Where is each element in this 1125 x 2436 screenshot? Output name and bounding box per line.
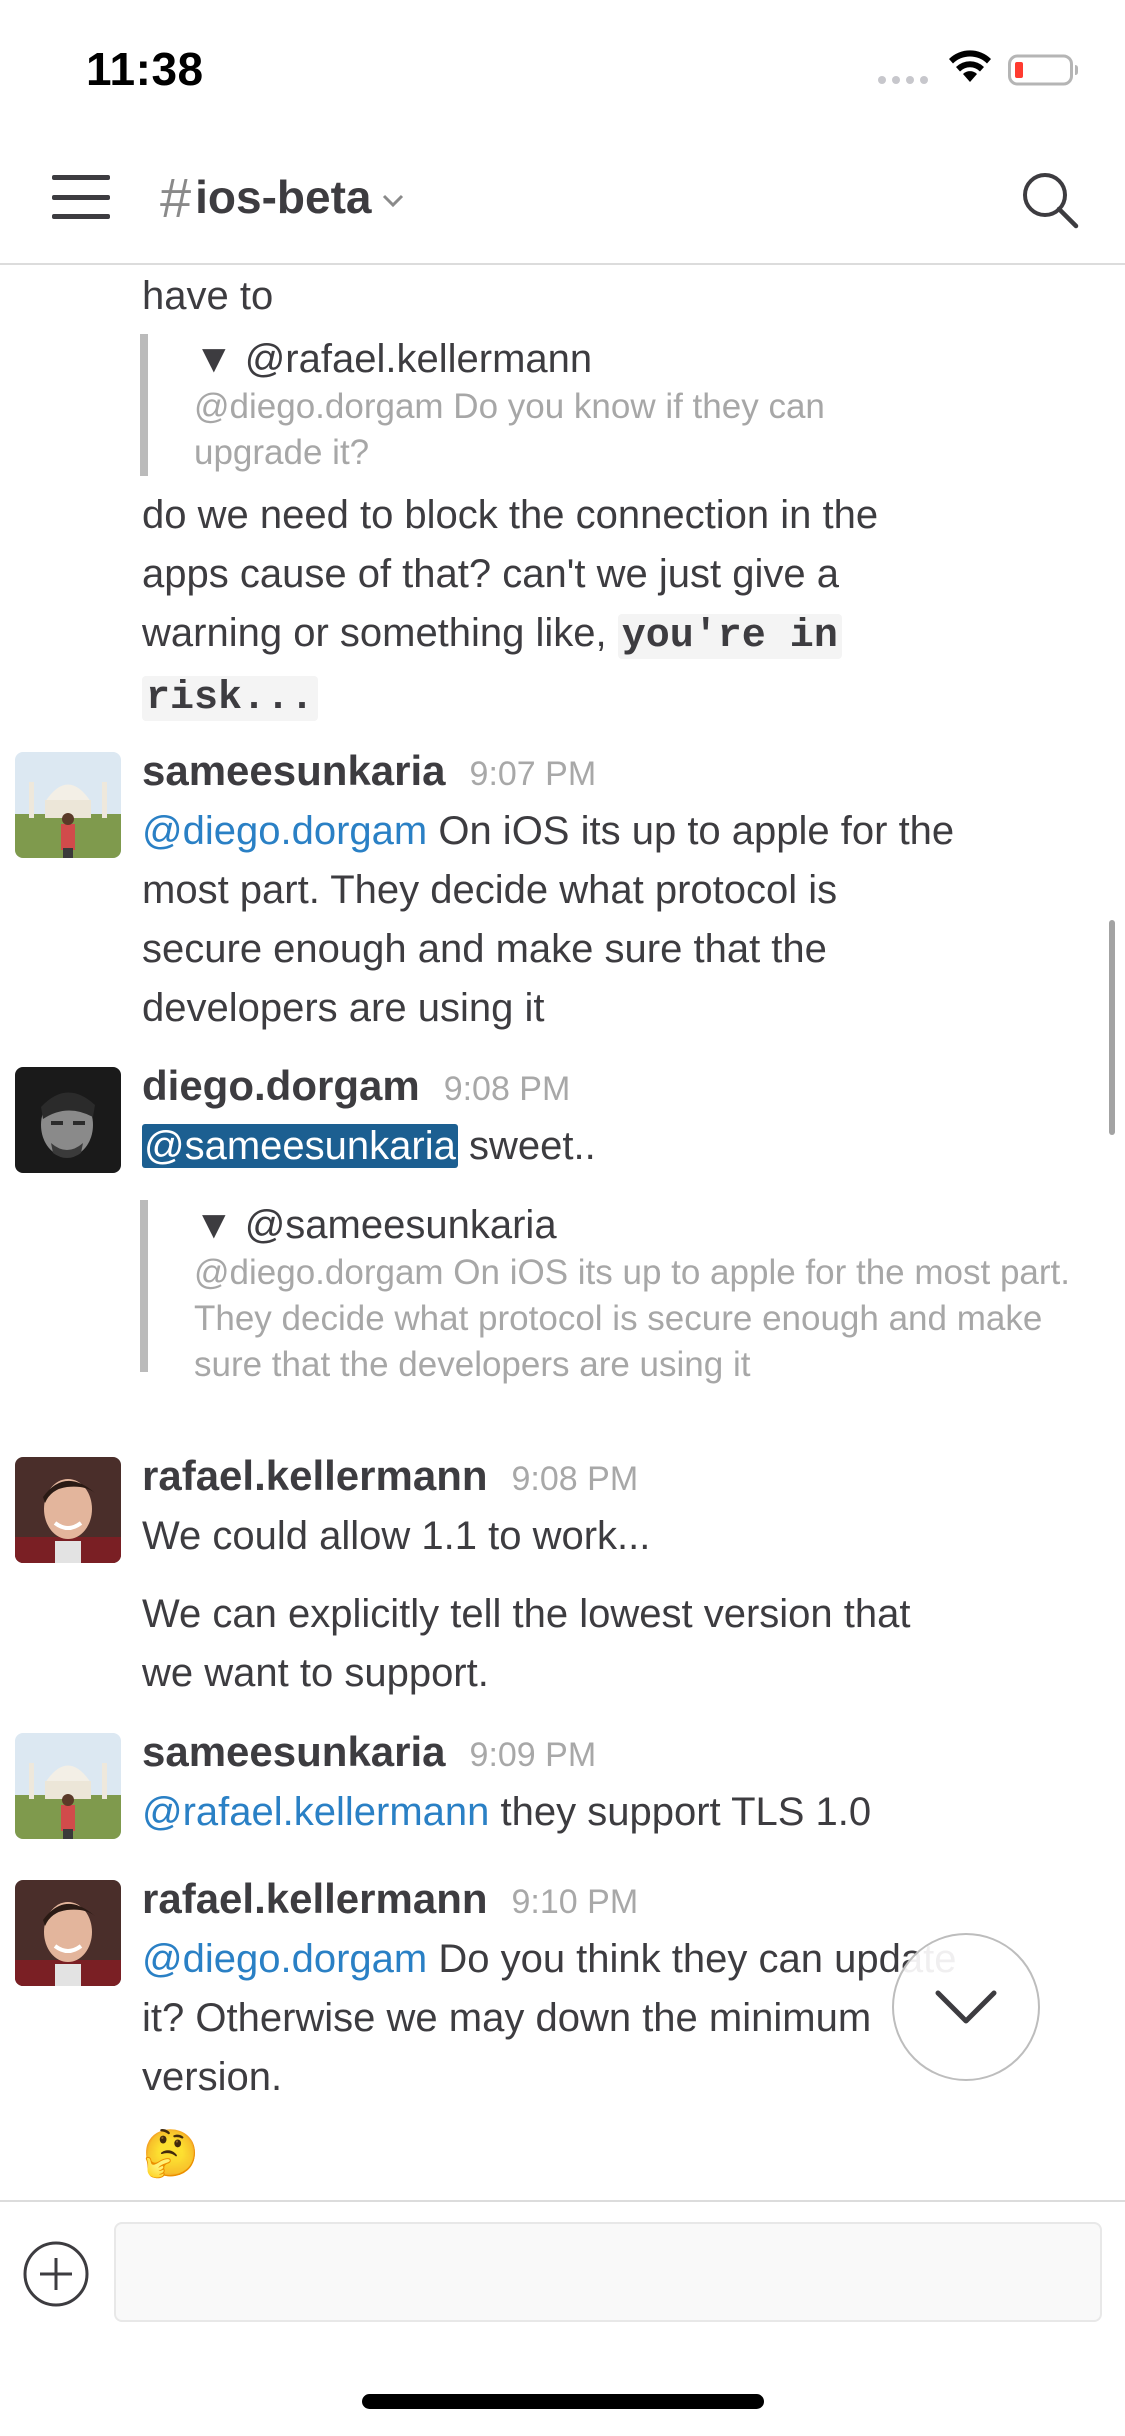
message-header: rafael.kellermann 9:10 PM [142,1875,638,1923]
message-line: apps cause of that? can't we just give a [142,552,839,596]
quote-author: ▼ @sameesunkaria [194,1203,557,1247]
home-indicator[interactable] [362,2394,764,2409]
message-text: have to [142,274,274,318]
username[interactable]: rafael.kellermann [142,1452,488,1500]
message-line: @diego.dorgam On iOS its up to apple for… [142,802,1102,861]
scroll-indicator[interactable] [1109,920,1115,1135]
message-header: rafael.kellermann 9:08 PM [142,1452,638,1500]
message-line-text: sweet.. [457,1124,596,1168]
timestamp: 9:07 PM [469,755,597,793]
message-text: We could allow 1.1 to work... [142,1514,651,1558]
username[interactable]: diego.dorgam [142,1062,420,1110]
username[interactable]: sameesunkaria [142,747,446,795]
avatar[interactable] [15,1733,121,1839]
quote-body: @diego.dorgam On iOS its up to apple for… [194,1253,1070,1384]
message-line-text: Do you think they can update [427,1937,957,1981]
message-text: @sameesunkaria sweet.. [142,1117,596,1176]
avatar-image [15,1067,121,1173]
channel-name: ios-beta [195,171,372,223]
user-mention[interactable]: @diego.dorgam [142,1937,427,1981]
channel-title[interactable]: # ios-beta [160,162,404,232]
quoted-message: ▼ @rafael.kellermann @diego.dorgam Do yo… [140,334,1000,476]
message-text: @rafael.kellermann they support TLS 1.0 [142,1783,871,1842]
message-input[interactable] [114,2222,1102,2322]
message-line: most part. They decide what protocol is [142,868,838,912]
message-line: developers are using it [142,986,545,1030]
timestamp: 9:08 PM [443,1070,571,1108]
avatar-image [15,1457,121,1563]
message-header: sameesunkaria 9:09 PM [142,1728,596,1776]
cellular-signal-icon [878,76,928,84]
search-icon[interactable] [1020,170,1080,230]
quote-body: @diego.dorgam Do you know if they can up… [194,387,825,472]
message-line-text: On iOS its up to apple for the [427,809,955,853]
timestamp: 9:08 PM [511,1460,639,1498]
avatar-image [15,1880,121,1986]
message-line: We can explicitly tell the lowest versio… [142,1592,911,1636]
message-line: we want to support. [142,1651,489,1695]
message-line: warning or something like, you're in [142,604,1102,666]
avatar-image [15,752,121,858]
channel-header: # ios-beta [0,140,1125,265]
chevron-down-icon [935,1990,997,2024]
avatar[interactable] [15,1880,121,1986]
quote-author: ▼ @rafael.kellermann [194,337,593,381]
timestamp: 9:09 PM [469,1736,597,1774]
inline-code: you're in [617,614,842,659]
avatar[interactable] [15,1457,121,1563]
message-text: We can explicitly tell the lowest versio… [142,1585,1102,1703]
status-bar: 11:38 [0,0,1125,140]
user-mention[interactable]: @diego.dorgam [142,809,427,853]
battery-icon [1008,54,1078,86]
emoji-message: 🤔 [142,2127,200,2179]
channel-hash: # [160,165,192,229]
message-text: @diego.dorgam On iOS its up to apple for… [142,802,1102,1038]
quoted-message: ▼ @sameesunkaria @diego.dorgam On iOS it… [140,1200,1080,1384]
status-time: 11:38 [86,43,204,95]
self-mention[interactable]: @sameesunkaria [142,1124,458,1168]
jump-to-bottom-button[interactable] [892,1933,1040,2081]
avatar[interactable] [15,1067,121,1173]
message-line: risk... [142,666,1102,728]
inline-code: risk... [142,676,319,721]
plus-circle-icon[interactable] [22,2240,90,2308]
hamburger-icon[interactable] [52,175,110,219]
chevron-down-icon [382,194,403,208]
message-line-text: warning or something like, [142,611,618,655]
message-header: diego.dorgam 9:08 PM [142,1062,570,1110]
message-line: secure enough and make sure that the [142,927,827,971]
message-text: do we need to block the connection in th… [142,486,1102,728]
message-line-text: they support TLS 1.0 [489,1790,872,1834]
timestamp: 9:10 PM [511,1883,639,1921]
avatar-image [15,1733,121,1839]
message-list[interactable]: have to ▼ @rafael.kellermann @diego.dorg… [0,267,1125,2200]
message-header: sameesunkaria 9:07 PM [142,747,596,795]
username[interactable]: sameesunkaria [142,1728,446,1776]
username[interactable]: rafael.kellermann [142,1875,488,1923]
message-line: do we need to block the connection in th… [142,493,879,537]
avatar[interactable] [15,752,121,858]
wifi-icon [949,50,991,82]
user-mention[interactable]: @rafael.kellermann [142,1790,489,1834]
